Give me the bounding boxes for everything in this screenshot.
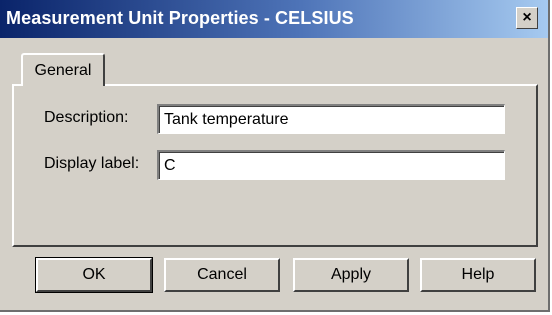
title-bar[interactable]: Measurement Unit Properties - CELSIUS × [0, 0, 548, 38]
tab-general[interactable]: General [21, 53, 105, 86]
description-field[interactable] [157, 104, 505, 134]
help-button[interactable]: Help [420, 258, 536, 292]
window-title: Measurement Unit Properties - CELSIUS [6, 8, 354, 28]
apply-button[interactable]: Apply [293, 258, 409, 292]
ok-button[interactable]: OK [35, 257, 153, 293]
dialog-window: Measurement Unit Properties - CELSIUS × … [0, 0, 550, 312]
display-label-field[interactable] [157, 150, 505, 180]
display-label-label: Display label: [44, 155, 140, 172]
close-button[interactable]: × [516, 7, 538, 29]
cancel-button[interactable]: Cancel [164, 258, 280, 292]
general-tab-panel: Description: Display label: [12, 84, 538, 247]
close-icon: × [522, 9, 532, 26]
tab-general-label: General [34, 61, 92, 79]
description-label: Description: [44, 109, 129, 126]
